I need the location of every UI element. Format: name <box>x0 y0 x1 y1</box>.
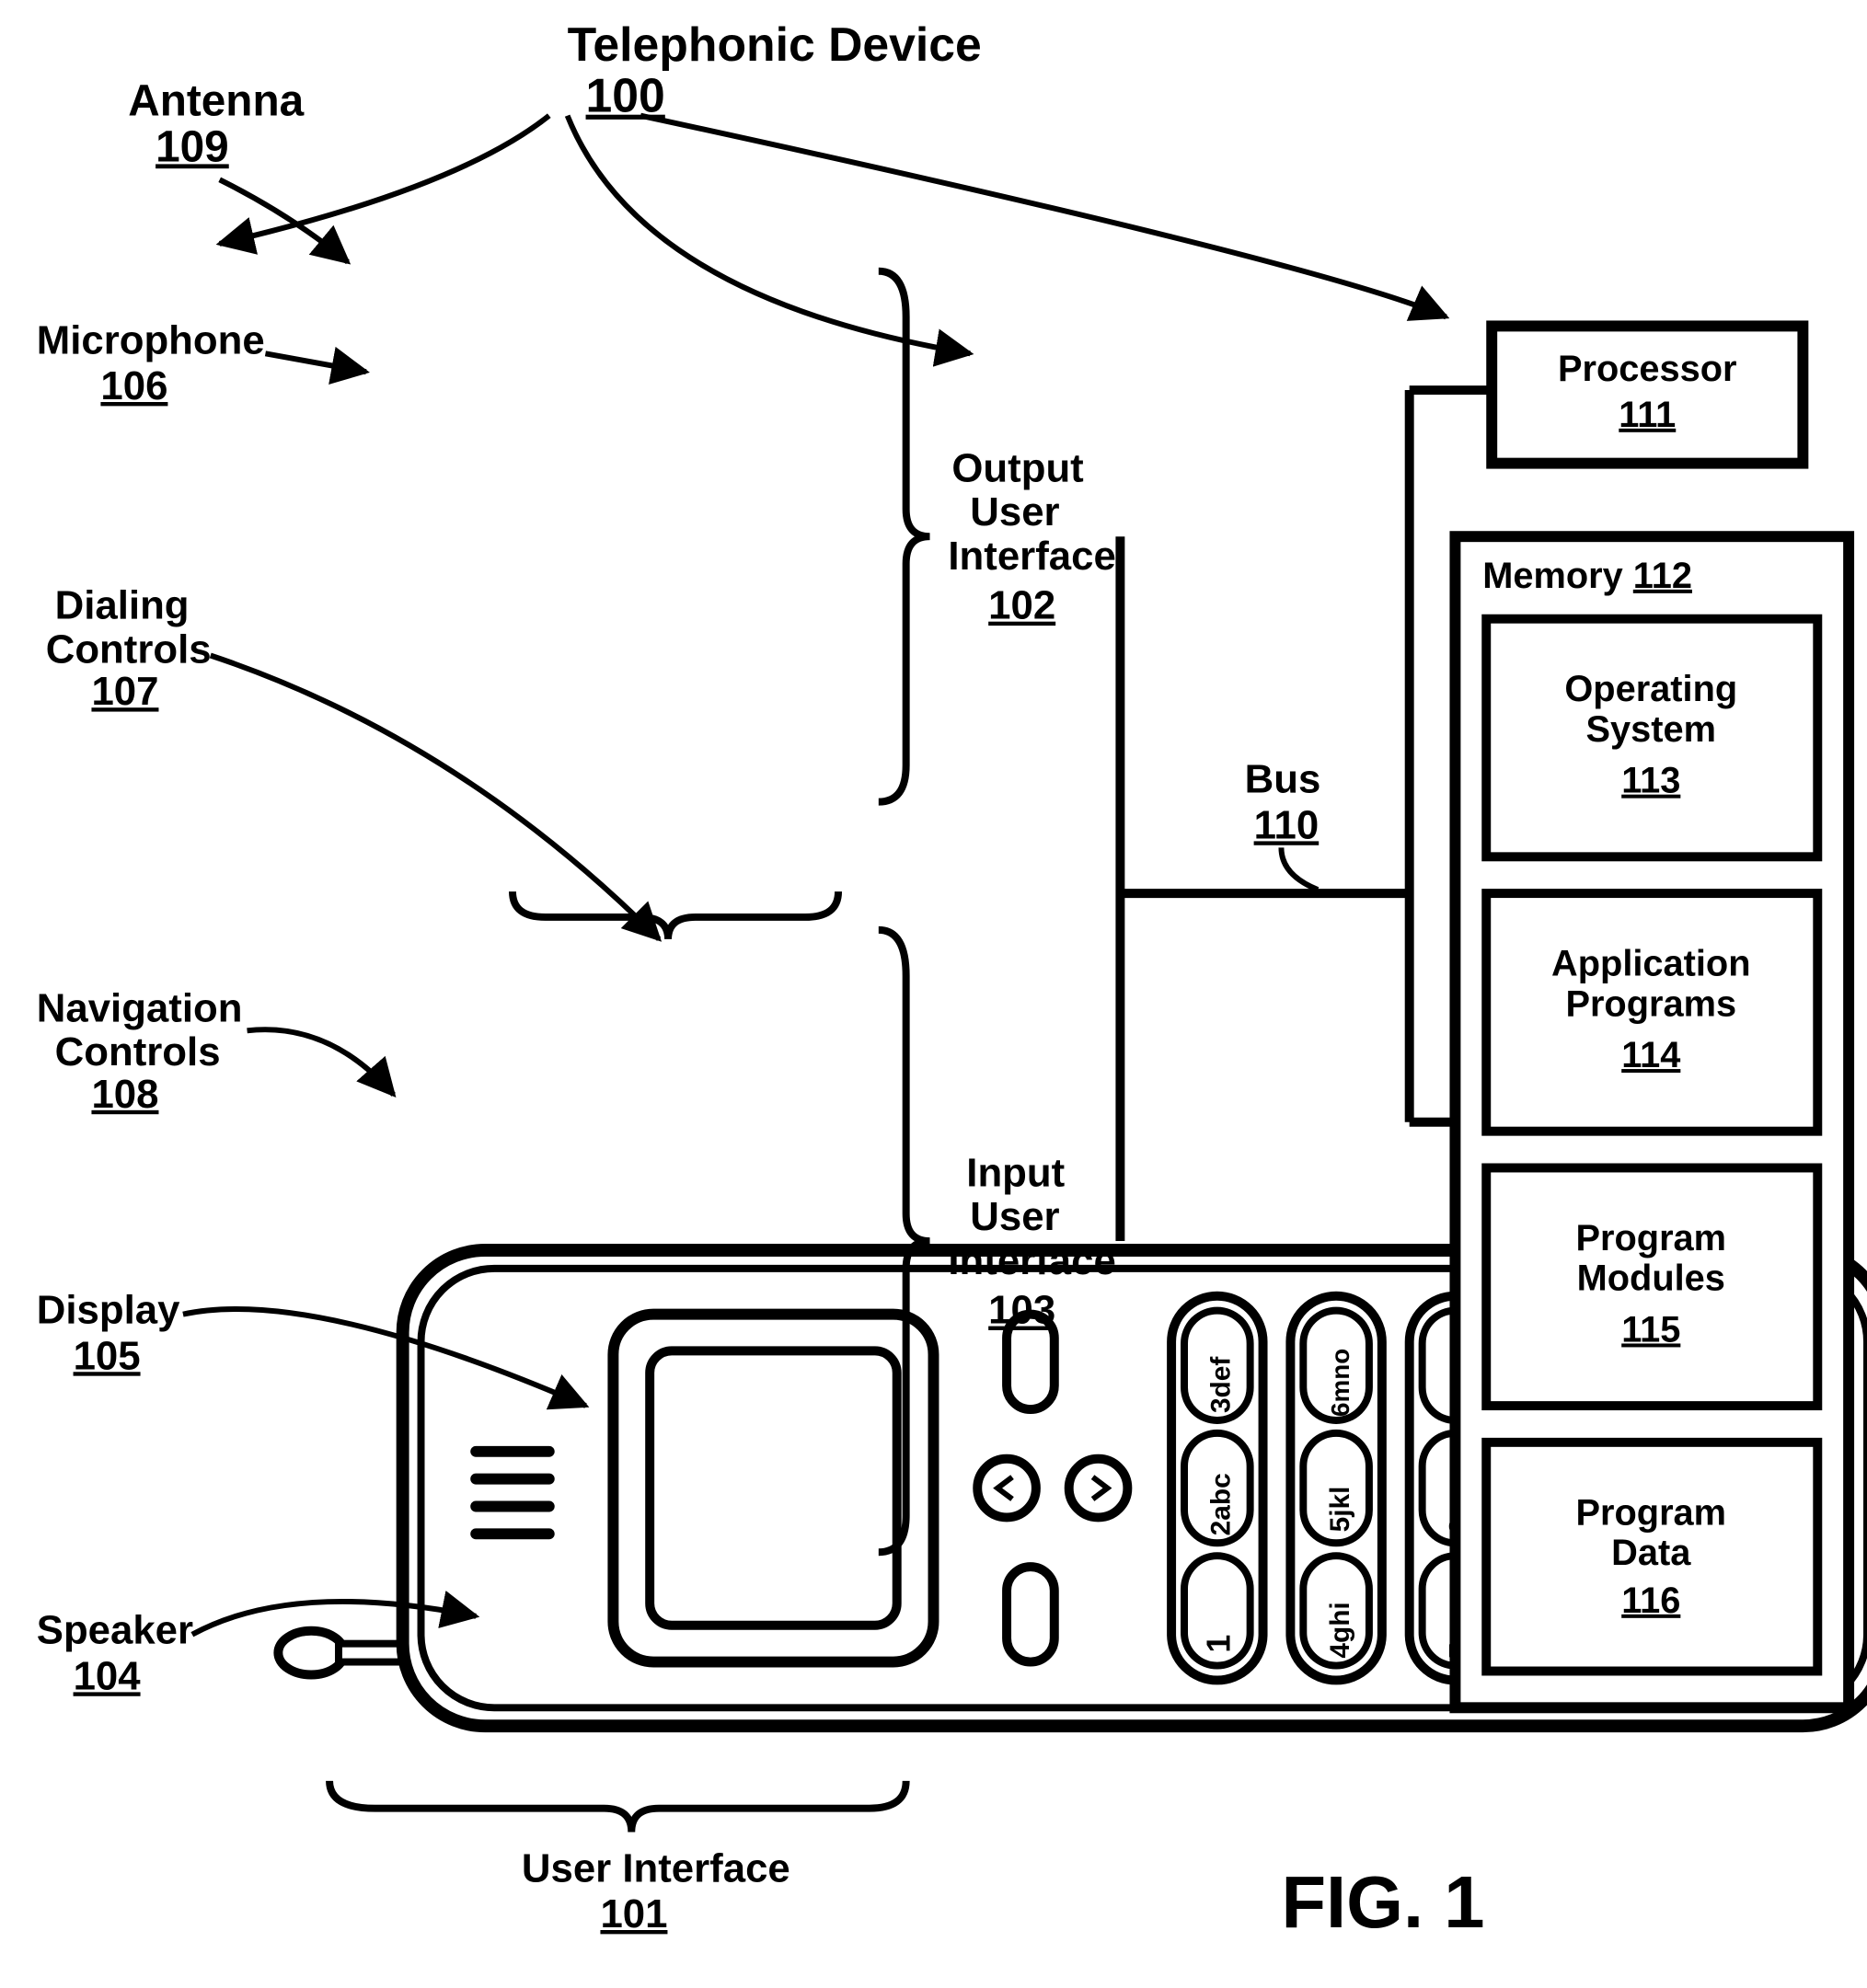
diagram-figure: Telephonic Device 100 Antenna 109 <box>0 0 1867 1988</box>
title-ref: 100 <box>586 69 665 122</box>
nav-up <box>977 1459 1036 1518</box>
svg-text:116: 116 <box>1621 1580 1680 1621</box>
antenna-label: Antenna <box>128 77 304 126</box>
apps-label: ApplicationPrograms <box>1551 944 1751 1025</box>
mods-label: ProgramModules <box>1576 1218 1727 1299</box>
dial-label: Dialing Controls <box>46 583 212 672</box>
svg-text:1: 1 <box>1201 1635 1238 1653</box>
out-ui-ref: 102 <box>988 583 1055 628</box>
mic-ref: 106 <box>100 363 167 408</box>
proc-label: Processor <box>1558 349 1737 389</box>
out-ui-label: Output User Interface <box>948 446 1115 579</box>
brace-ui <box>329 1781 906 1833</box>
display-screen <box>650 1350 897 1625</box>
in-ui-label: Input User Interface <box>948 1150 1115 1282</box>
svg-text:4ghi: 4ghi <box>1325 1602 1355 1658</box>
bus-ref: 110 <box>1254 802 1320 847</box>
nav-left-soft <box>1007 1567 1055 1661</box>
speaker-label: Speaker <box>37 1608 193 1653</box>
mem-label: Memory 112 <box>1482 556 1692 596</box>
svg-text:2abc: 2abc <box>1206 1473 1237 1535</box>
speaker-ref: 104 <box>74 1653 142 1698</box>
svg-text:3def: 3def <box>1206 1357 1237 1413</box>
title-label: Telephonic Device <box>568 17 982 71</box>
svg-text:114: 114 <box>1621 1035 1680 1075</box>
svg-text:115: 115 <box>1621 1309 1680 1350</box>
figure-label: FIG. 1 <box>1281 1861 1484 1943</box>
display-label: Display <box>37 1288 180 1333</box>
nav-down <box>1069 1459 1128 1518</box>
antenna-ref: 109 <box>156 122 229 171</box>
nav-label: Navigation Controls <box>37 985 254 1074</box>
brace-output-ui <box>879 271 930 802</box>
svg-text:113: 113 <box>1621 761 1680 801</box>
in-ui-ref: 103 <box>988 1288 1055 1333</box>
os-label: OperatingSystem <box>1564 669 1737 750</box>
svg-text:5jkl: 5jkl <box>1325 1487 1355 1533</box>
ui-label: User Interface <box>522 1845 790 1890</box>
ui-ref: 101 <box>600 1891 667 1936</box>
nav-ref: 108 <box>91 1072 158 1117</box>
bus-label: Bus <box>1245 757 1321 802</box>
display-ref: 105 <box>74 1333 141 1378</box>
mic-label: Microphone <box>37 317 265 362</box>
proc-ref: 111 <box>1619 395 1676 435</box>
svg-text:6mno: 6mno <box>1326 1349 1354 1417</box>
dial-ref: 107 <box>91 669 158 714</box>
